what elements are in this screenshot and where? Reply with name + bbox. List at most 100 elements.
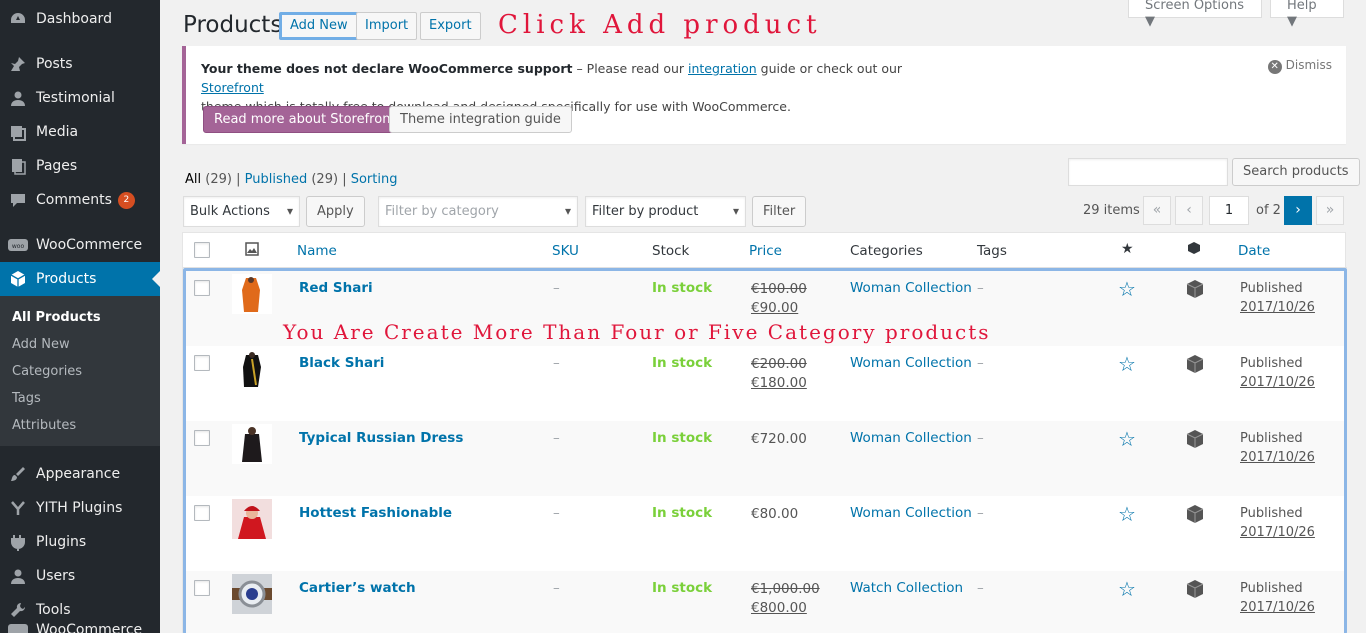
product-thumbnail[interactable] <box>232 499 272 539</box>
separator: | <box>236 172 241 187</box>
add-new-button[interactable]: Add New <box>279 12 359 40</box>
submenu-all-products[interactable]: All Products <box>0 304 160 331</box>
featured-star-icon[interactable]: ☆ <box>1118 354 1136 374</box>
search-products-button[interactable]: Search products <box>1232 158 1360 186</box>
view-sorting[interactable]: Sorting <box>351 172 398 187</box>
dismiss-button[interactable]: ✕ Dismiss <box>1267 58 1332 74</box>
bulk-actions-select[interactable]: Bulk Actions <box>183 196 300 227</box>
category-link[interactable]: Woman Collection <box>850 280 972 296</box>
row-checkbox[interactable] <box>194 280 210 296</box>
view-published[interactable]: Published <box>245 172 308 187</box>
next-page-button[interactable]: › <box>1284 196 1312 225</box>
column-name[interactable]: Name <box>297 243 337 259</box>
row-checkbox[interactable] <box>194 580 210 596</box>
last-page-button[interactable]: » <box>1316 196 1344 225</box>
storefront-link[interactable]: Storefront <box>201 80 264 95</box>
sku-value: – <box>553 505 560 521</box>
product-name-link[interactable]: Hottest Fashionable <box>299 505 452 521</box>
publish-date: 2017/10/26 <box>1240 450 1315 465</box>
submenu-categories[interactable]: Categories <box>0 358 160 385</box>
featured-star-icon[interactable]: ☆ <box>1118 579 1136 599</box>
category-link[interactable]: Woman Collection <box>850 505 972 521</box>
sidebar-item-products[interactable]: Products <box>0 262 160 296</box>
price-cell: €1,000.00 €800.00 <box>751 580 820 618</box>
read-more-storefront-button[interactable]: Read more about Storefront <box>203 106 407 133</box>
sale-price: €180.00 <box>751 375 807 391</box>
theme-integration-guide-button[interactable]: Theme integration guide <box>389 106 572 133</box>
sidebar-item-woocommerce[interactable]: woo WooCommerce <box>0 228 160 262</box>
category-link[interactable]: Woman Collection <box>850 430 972 446</box>
import-button[interactable]: Import <box>356 12 418 40</box>
simple-product-icon <box>1186 580 1204 598</box>
product-name-link[interactable]: Typical Russian Dress <box>299 430 463 446</box>
sidebar-item-label: Testimonial <box>36 90 115 106</box>
prev-page-button[interactable]: ‹ <box>1175 196 1203 225</box>
sale-price: €800.00 <box>751 600 807 616</box>
table-row: Hottest Fashionable – In stock €80.00 Wo… <box>186 496 1344 571</box>
stock-status: In stock <box>652 355 713 371</box>
product-name-link[interactable]: Cartier’s watch <box>299 580 416 596</box>
integration-link[interactable]: integration <box>688 61 757 76</box>
post-status: Published <box>1240 281 1303 296</box>
products-table: Name SKU Stock Price Categories Tags ★ D… <box>182 232 1347 633</box>
sidebar-item-posts[interactable]: Posts <box>0 47 160 81</box>
sidebar-item-label: Dashboard <box>36 11 112 27</box>
table-row: Typical Russian Dress – In stock €720.00… <box>186 421 1344 496</box>
screen-options-tab[interactable]: Screen Options ▼ <box>1128 0 1262 29</box>
media-icon <box>8 122 28 142</box>
first-page-button[interactable]: « <box>1143 196 1171 225</box>
row-checkbox[interactable] <box>194 430 210 446</box>
current-page-input[interactable]: 1 <box>1209 196 1249 225</box>
sidebar-item-appearance[interactable]: Appearance <box>0 457 160 491</box>
product-thumbnail[interactable] <box>232 574 272 614</box>
submenu-add-new[interactable]: Add New <box>0 331 160 358</box>
product-thumbnail[interactable] <box>232 424 272 464</box>
svg-text:woo: woo <box>12 243 25 250</box>
featured-star-icon[interactable]: ☆ <box>1118 429 1136 449</box>
sidebar-item-media[interactable]: Media <box>0 115 160 149</box>
sidebar-item-label: WooCommerce <box>36 622 143 633</box>
column-stock: Stock <box>652 243 690 259</box>
sidebar-item-yith-plugins[interactable]: YITH Plugins <box>0 491 160 525</box>
view-all[interactable]: All <box>185 172 201 187</box>
column-date[interactable]: Date <box>1238 243 1270 259</box>
users-icon <box>8 566 28 586</box>
category-link[interactable]: Woman Collection <box>850 355 972 371</box>
select-all-checkbox[interactable] <box>194 242 210 258</box>
product-thumbnail[interactable] <box>232 274 272 314</box>
featured-star-icon[interactable]: ☆ <box>1118 279 1136 299</box>
price-cell: €100.00 €90.00 <box>751 280 807 318</box>
total-pages: of 2 <box>1256 203 1281 218</box>
sidebar-item-woocommerce-2[interactable]: WooCommerce <box>0 613 160 633</box>
filter-button[interactable]: Filter <box>752 196 807 227</box>
filter-category-select[interactable]: Filter by category <box>378 196 578 227</box>
sidebar-item-dashboard[interactable]: Dashboard <box>0 2 160 36</box>
sidebar-item-users[interactable]: Users <box>0 559 160 593</box>
column-price[interactable]: Price <box>749 243 782 259</box>
submenu-attributes[interactable]: Attributes <box>0 412 160 439</box>
woocommerce-icon: woo <box>8 235 28 255</box>
search-input[interactable] <box>1068 158 1228 186</box>
product-name-link[interactable]: Red Shari <box>299 280 373 296</box>
submenu-tags[interactable]: Tags <box>0 385 160 412</box>
sidebar-item-plugins[interactable]: Plugins <box>0 525 160 559</box>
category-link[interactable]: Watch Collection <box>850 580 963 596</box>
filter-product-type-select[interactable]: Filter by product type <box>585 196 746 248</box>
column-sku[interactable]: SKU <box>552 243 579 259</box>
simple-product-icon <box>1186 280 1204 298</box>
comments-icon <box>8 190 28 210</box>
featured-star-icon[interactable]: ☆ <box>1118 504 1136 524</box>
sidebar-item-testimonial[interactable]: Testimonial <box>0 81 160 115</box>
products-submenu: All Products Add New Categories Tags Att… <box>0 296 160 446</box>
publish-date: 2017/10/26 <box>1240 300 1315 315</box>
row-checkbox[interactable] <box>194 505 210 521</box>
sidebar-item-pages[interactable]: Pages <box>0 149 160 183</box>
help-tab[interactable]: Help ▼ <box>1270 0 1344 29</box>
apply-button[interactable]: Apply <box>306 196 365 227</box>
product-thumbnail[interactable] <box>232 349 272 389</box>
row-checkbox[interactable] <box>194 355 210 371</box>
product-name-link[interactable]: Black Shari <box>299 355 384 371</box>
sidebar-item-comments[interactable]: Comments 2 <box>0 183 160 217</box>
view-published-count: (29) <box>311 172 339 187</box>
export-button[interactable]: Export <box>420 12 481 40</box>
